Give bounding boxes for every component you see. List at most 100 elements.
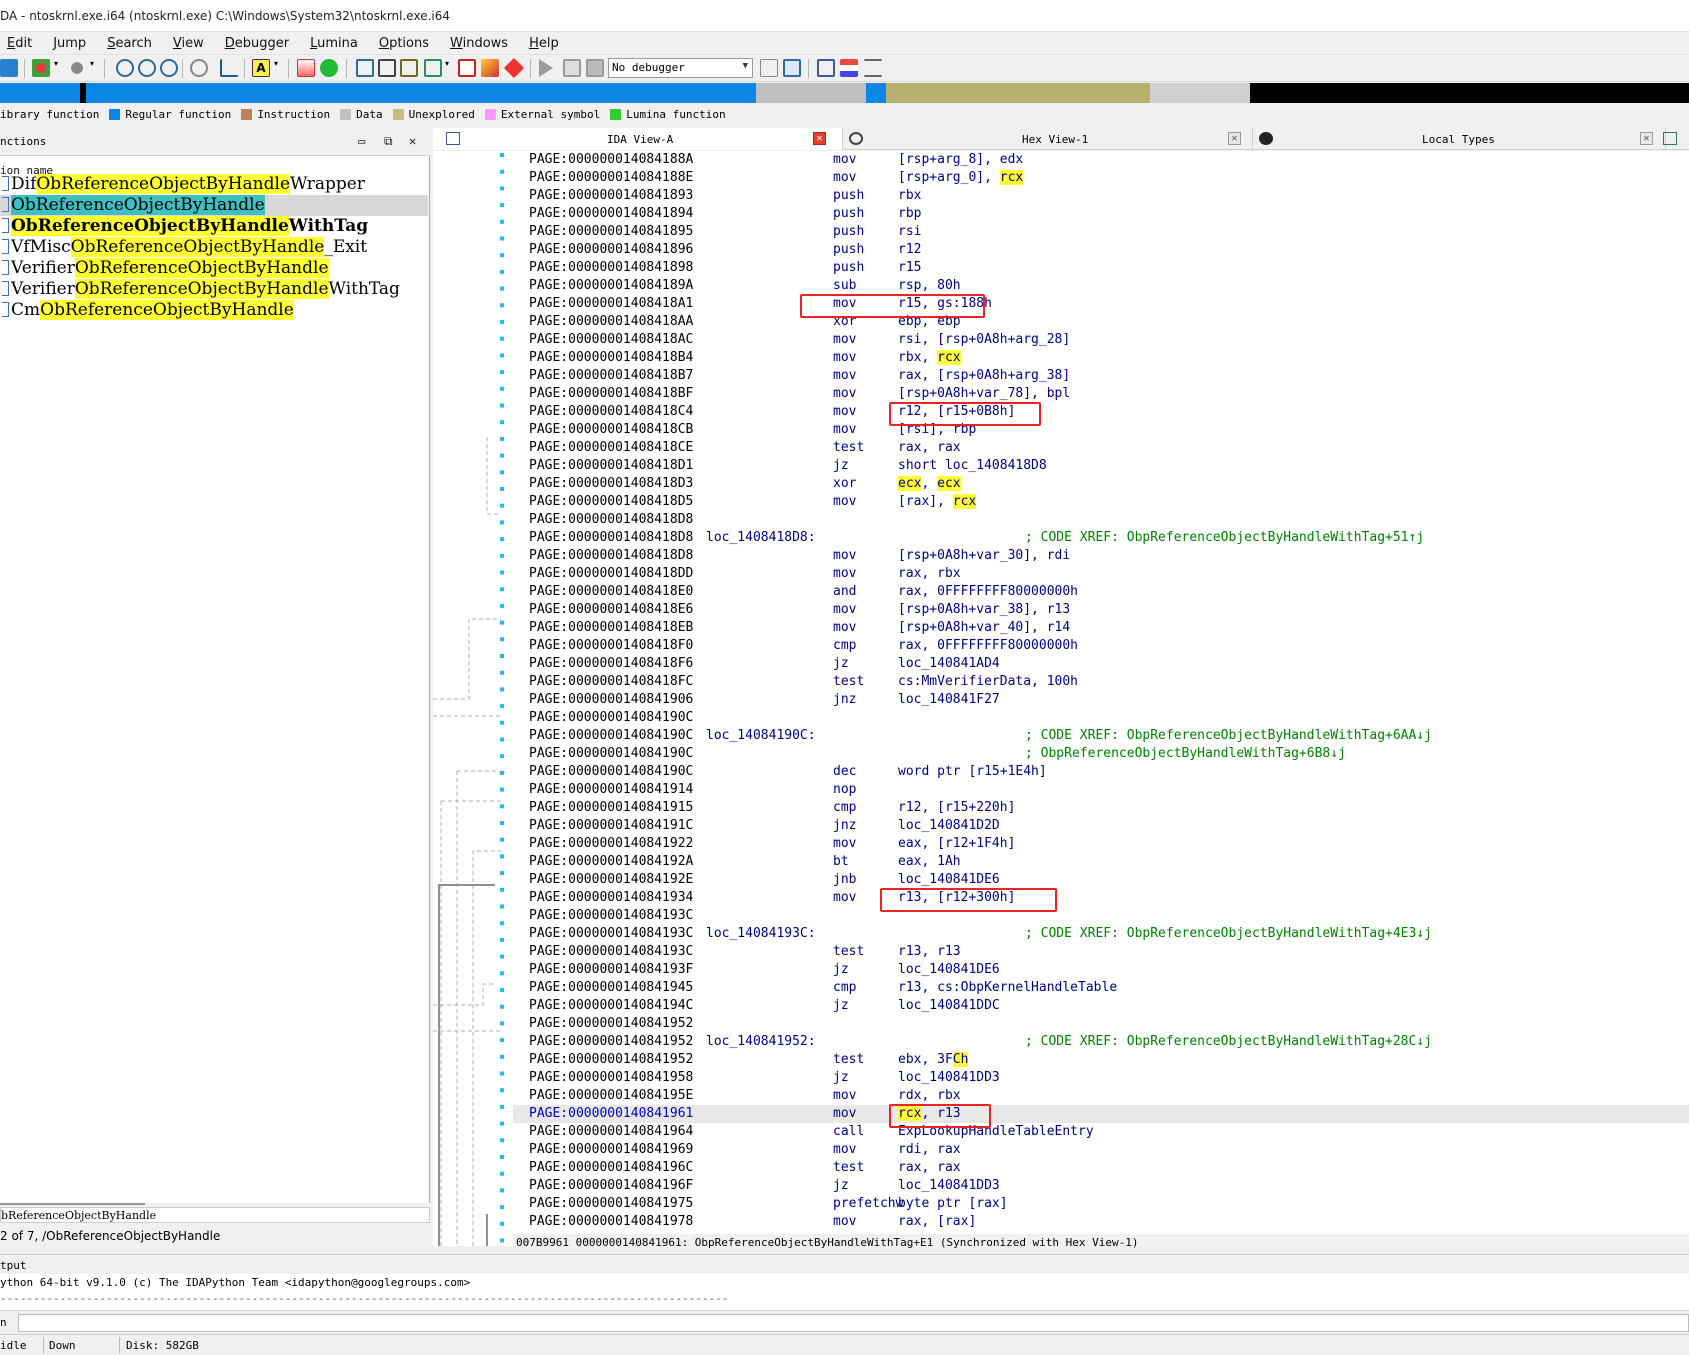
disasm-line[interactable]: PAGE:0000000140841898 push r15 xyxy=(513,259,1689,277)
menu-debugger[interactable]: Debugger xyxy=(225,36,289,51)
disasm-line[interactable]: PAGE:00000001408418D1 jz short loc_1408418… xyxy=(513,457,1689,475)
output-window[interactable]: ython 64-bit v9.1.0 (c) The IDAPython Te… xyxy=(0,1274,1689,1310)
disasm-line[interactable]: PAGE:00000001408418EB mov [rsp+0A8h+var_40… xyxy=(513,619,1689,637)
close-icon[interactable]: ✕ xyxy=(1228,132,1241,145)
enum-icon[interactable] xyxy=(424,59,442,77)
disasm-line[interactable]: PAGE:00000001408418AA xor ebp, ebp xyxy=(513,313,1689,331)
disassembly-view[interactable]: PAGE:000000014084188A mov [rsp+arg_8], edx… xyxy=(513,151,1689,1234)
lumina-icon[interactable] xyxy=(320,59,338,77)
disasm-line[interactable]: PAGE:000000014084190C ; ObpReferenceObjec… xyxy=(513,745,1689,763)
globe-icon[interactable] xyxy=(116,59,134,77)
close-icon[interactable]: ✕ xyxy=(1640,132,1653,145)
disasm-line[interactable]: PAGE:000000014084195E mov rdx, rbx xyxy=(513,1087,1689,1105)
struct-icon[interactable] xyxy=(400,59,418,77)
disasm-line[interactable]: PAGE:00000001408418D8 loc_1408418D8: ; COD… xyxy=(513,529,1689,547)
restore-icon[interactable]: ⧉ xyxy=(384,134,393,149)
disasm-line[interactable]: PAGE:000000014084189A sub rsp, 80h xyxy=(513,277,1689,295)
function-item[interactable]: CmObReferenceObjectByHandle xyxy=(0,300,428,321)
stop-debug-icon[interactable] xyxy=(586,59,604,77)
function-item[interactable]: VerifierObReferenceObjectByHandleWithTag xyxy=(0,279,428,300)
close-icon[interactable]: ✕ xyxy=(813,132,826,145)
disasm-line[interactable]: PAGE:00000001408418D8 mov [rsp+0A8h+var_30… xyxy=(513,547,1689,565)
disasm-line[interactable]: PAGE:0000000140841896 push r12 xyxy=(513,241,1689,259)
menu-windows[interactable]: Windows xyxy=(450,36,508,51)
disasm-line[interactable]: PAGE:00000001408418D5 mov [rax], rcx xyxy=(513,493,1689,511)
disasm-line[interactable]: PAGE:0000000140841934 mov r13, [r12+300h] xyxy=(513,889,1689,907)
disasm-line[interactable]: PAGE:0000000140841958 jz loc_140841DD3 xyxy=(513,1069,1689,1087)
disasm-line[interactable]: PAGE:0000000140841952 test ebx, 3FCh xyxy=(513,1051,1689,1069)
text-icon[interactable]: A xyxy=(252,59,270,77)
c-comment-icon[interactable] xyxy=(760,59,778,77)
scrollbar[interactable] xyxy=(0,1203,145,1205)
disasm-line[interactable]: PAGE:000000014084193F jz loc_140841DE6 xyxy=(513,961,1689,979)
list-icon[interactable] xyxy=(817,59,835,77)
disasm-line[interactable]: PAGE:0000000140841915 cmp r12, [r15+220h] xyxy=(513,799,1689,817)
disasm-line[interactable]: PAGE:0000000140841964 call ExpLookupHandle… xyxy=(513,1123,1689,1141)
disasm-line[interactable]: PAGE:000000014084192E jnb loc_140841DE6 xyxy=(513,871,1689,889)
tab-local-types[interactable]: Local Types ✕ xyxy=(1254,128,1666,150)
disasm-line[interactable]: PAGE:0000000140841969 mov rdi, rax xyxy=(513,1141,1689,1159)
disasm-line[interactable]: PAGE:000000014084188A mov [rsp+arg_8], edx xyxy=(513,151,1689,169)
disasm-line[interactable]: PAGE:00000001408418E0 and rax, 0FFFFFFFF80… xyxy=(513,583,1689,601)
disasm-line[interactable]: PAGE:00000001408418E6 mov [rsp+0A8h+var_38… xyxy=(513,601,1689,619)
menu-view[interactable]: View xyxy=(173,36,204,51)
patch-icon[interactable] xyxy=(481,59,499,77)
disasm-line[interactable]: PAGE:0000000140841906 jnz loc_140841F27 xyxy=(513,691,1689,709)
tab-hex-view-1[interactable]: Hex View-1 ✕ xyxy=(844,128,1253,150)
disasm-line[interactable]: PAGE:0000000140841914 nop xyxy=(513,781,1689,799)
forward-dropdown-icon[interactable]: ▾ xyxy=(90,59,98,77)
maximize-icon[interactable]: ▭ xyxy=(358,134,365,148)
navigation-band[interactable] xyxy=(0,83,1689,103)
forward-icon[interactable] xyxy=(68,59,86,77)
disasm-line[interactable]: PAGE:00000001408418DD mov rax, rbx xyxy=(513,565,1689,583)
enum-dropdown-icon[interactable]: ▾ xyxy=(445,59,453,77)
disasm-line[interactable]: PAGE:0000000140841894 push rbp xyxy=(513,205,1689,223)
network-icon[interactable] xyxy=(138,59,156,77)
back-dropdown-icon[interactable]: ▾ xyxy=(54,59,62,77)
disasm-line[interactable]: PAGE:00000001408418FC test cs:MmVerifierDa… xyxy=(513,673,1689,691)
function-item[interactable]: DifObReferenceObjectByHandleWrapper xyxy=(0,174,428,195)
chart-icon[interactable] xyxy=(297,59,315,77)
data-icon[interactable] xyxy=(378,59,396,77)
function-item[interactable]: ObReferenceObjectByHandleWithTag xyxy=(0,216,428,237)
command-input[interactable] xyxy=(18,1314,1689,1332)
disasm-line[interactable]: PAGE:000000014084192A bt eax, 1Ah xyxy=(513,853,1689,871)
disasm-line[interactable]: PAGE:00000001408418CB mov [rsi], rbp xyxy=(513,421,1689,439)
jump-icon[interactable] xyxy=(220,59,238,77)
disasm-line[interactable]: PAGE:000000014084193C test r13, r13 xyxy=(513,943,1689,961)
disasm-line[interactable]: PAGE:0000000140841893 push rbx xyxy=(513,187,1689,205)
disasm-line[interactable]: PAGE:000000014084190C xyxy=(513,709,1689,727)
function-item[interactable]: VfMiscObReferenceObjectByHandle_Exit xyxy=(0,237,428,258)
disasm-line[interactable]: PAGE:0000000140841975 prefetchw byte ptr [… xyxy=(513,1195,1689,1213)
graph-icon[interactable] xyxy=(840,59,858,77)
disasm-line[interactable]: PAGE:00000001408418D3 xor ecx, ecx xyxy=(513,475,1689,493)
text-dropdown-icon[interactable]: ▾ xyxy=(274,59,282,77)
function-item[interactable]: ObReferenceObjectByHandle xyxy=(0,195,428,216)
disasm-line[interactable]: PAGE:00000001408418BF mov [rsp+0A8h+var_78… xyxy=(513,385,1689,403)
disasm-line[interactable]: PAGE:000000014084193C xyxy=(513,907,1689,925)
view-icon[interactable] xyxy=(1663,132,1677,145)
menu-edit[interactable]: Edit xyxy=(7,36,32,51)
disasm-line[interactable]: PAGE:000000014084188E mov [rsp+arg_0], rcx xyxy=(513,169,1689,187)
disasm-line[interactable]: PAGE:00000001408418A1 mov r15, gs:188h xyxy=(513,295,1689,313)
disasm-line[interactable]: PAGE:00000001408418B4 mov rbx, rcx xyxy=(513,349,1689,367)
menu-lumina[interactable]: Lumina xyxy=(310,36,358,51)
lines-icon[interactable] xyxy=(864,59,882,77)
disasm-line[interactable]: PAGE:0000000140841945 cmp r13, cs:ObpKerne… xyxy=(513,979,1689,997)
link-icon[interactable] xyxy=(160,59,178,77)
close-icon[interactable]: ✕ xyxy=(409,134,416,148)
pause-icon[interactable] xyxy=(563,59,581,77)
disasm-line[interactable]: PAGE:0000000140841952 loc_140841952: ; COD… xyxy=(513,1033,1689,1051)
menu-options[interactable]: Options xyxy=(379,36,429,51)
disasm-line[interactable]: PAGE:0000000140841895 push rsi xyxy=(513,223,1689,241)
disasm-line[interactable]: PAGE:00000001408418D8 xyxy=(513,511,1689,529)
disasm-line[interactable]: PAGE:00000001408418CE test rax, rax xyxy=(513,439,1689,457)
disasm-line[interactable]: PAGE:00000001408418F0 cmp rax, 0FFFFFFFF80… xyxy=(513,637,1689,655)
disasm-line[interactable]: PAGE:000000014084191C jnz loc_140841D2D xyxy=(513,817,1689,835)
disasm-line[interactable]: PAGE:0000000140841952 xyxy=(513,1015,1689,1033)
disasm-line[interactable]: PAGE:0000000140841978 mov rax, [rax] xyxy=(513,1213,1689,1231)
disasm-line[interactable]: PAGE:000000014084193C loc_14084193C: ; COD… xyxy=(513,925,1689,943)
stop-icon[interactable] xyxy=(503,57,525,79)
function-item[interactable]: VerifierObReferenceObjectByHandle xyxy=(0,258,428,279)
filter-input[interactable]: bReferenceObjectByHandle xyxy=(0,1207,430,1223)
